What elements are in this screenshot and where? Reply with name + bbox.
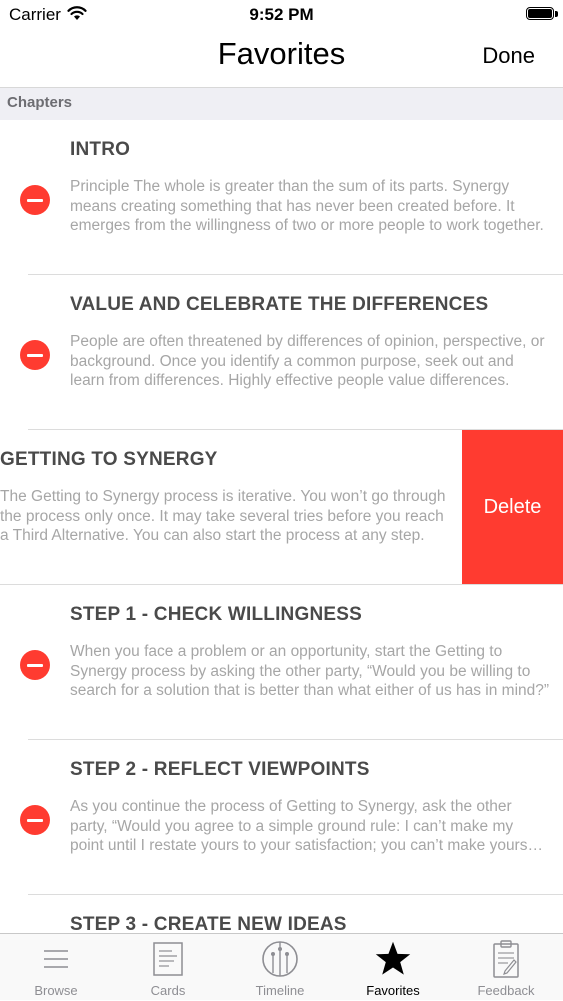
list-icon bbox=[44, 950, 68, 968]
row-content[interactable]: GETTING TO SYNERGY The Getting to Synerg… bbox=[0, 430, 493, 585]
row-title: STEP 3 - CREATE NEW IDEAS bbox=[70, 914, 347, 933]
row-content[interactable]: VALUE AND CELEBRATE THE DIFFERENCES Peop… bbox=[0, 275, 563, 430]
row-description: As you continue the process of Getting t… bbox=[70, 798, 528, 854]
card-icon bbox=[153, 942, 183, 976]
list-item[interactable]: VALUE AND CELEBRATE THE DIFFERENCES Peop… bbox=[0, 275, 563, 430]
row-title: STEP 1 - CHECK WILLINGNESS bbox=[70, 604, 362, 625]
section-header-label: Chapters bbox=[7, 94, 73, 111]
tab-timeline[interactable]: Timeline bbox=[224, 934, 336, 1001]
tab-feedback[interactable]: Feedback bbox=[450, 934, 562, 1001]
tab-label: Timeline bbox=[255, 983, 305, 998]
tab-label: Feedback bbox=[477, 983, 535, 998]
row-title: VALUE AND CELEBRATE THE DIFFERENCES bbox=[70, 294, 489, 315]
remove-minus-icon[interactable] bbox=[20, 650, 50, 680]
tab-label: Browse bbox=[34, 983, 78, 998]
row-description: Principle The whole is greater than the … bbox=[70, 178, 544, 234]
row-content[interactable]: STEP 2 - REFLECT VIEWPOINTS As you conti… bbox=[0, 740, 563, 895]
list-item[interactable]: INTRO Principle The whole is greater tha… bbox=[0, 120, 563, 275]
tab-label: Favorites bbox=[366, 983, 420, 998]
remove-minus-icon[interactable] bbox=[20, 340, 50, 370]
status-time: 9:52 PM bbox=[249, 5, 314, 24]
row-description: The Getting to Synergy process is iterat… bbox=[0, 488, 446, 544]
row-content[interactable]: STEP 3 - CREATE NEW IDEAS bbox=[0, 895, 563, 933]
clipboard-icon bbox=[493, 940, 519, 978]
favorites-list[interactable]: INTRO Principle The whole is greater tha… bbox=[0, 120, 563, 933]
tab-browse[interactable]: Browse bbox=[0, 934, 112, 1001]
list-item[interactable]: STEP 2 - REFLECT VIEWPOINTS As you conti… bbox=[0, 740, 563, 895]
done-button[interactable]: Done bbox=[482, 43, 535, 69]
list-item-swiped[interactable]: GETTING TO SYNERGY The Getting to Synerg… bbox=[0, 430, 563, 585]
row-title: INTRO bbox=[70, 139, 131, 160]
list-item[interactable]: STEP 3 - CREATE NEW IDEAS bbox=[0, 895, 563, 933]
row-content[interactable]: INTRO Principle The whole is greater tha… bbox=[0, 120, 563, 275]
tab-label: Cards bbox=[150, 983, 186, 998]
tab-cards[interactable]: Cards bbox=[112, 934, 224, 1001]
row-description: When you face a problem or an opportunit… bbox=[70, 643, 550, 699]
row-content[interactable]: STEP 1 - CHECK WILLINGNESS When you face… bbox=[0, 585, 563, 740]
battery-tip bbox=[555, 11, 558, 17]
delete-button[interactable]: Delete bbox=[462, 430, 563, 585]
tab-bar: Browse Cards Timeline Favorites Feedback bbox=[0, 933, 563, 1000]
page-title: Favorites bbox=[217, 36, 346, 71]
row-title: GETTING TO SYNERGY bbox=[0, 449, 218, 470]
star-icon bbox=[375, 941, 411, 975]
row-description: People are often threatened by differenc… bbox=[70, 333, 545, 389]
remove-minus-icon[interactable] bbox=[20, 805, 50, 835]
timeline-icon bbox=[262, 941, 298, 977]
navigation-bar: Favorites Done bbox=[0, 30, 563, 88]
status-bar: Carrier 9:52 PM bbox=[0, 0, 563, 30]
remove-minus-icon[interactable] bbox=[20, 185, 50, 215]
row-title: STEP 2 - REFLECT VIEWPOINTS bbox=[70, 759, 370, 780]
section-header: Chapters bbox=[0, 88, 563, 120]
tab-favorites[interactable]: Favorites bbox=[337, 934, 449, 1001]
list-item[interactable]: STEP 1 - CHECK WILLINGNESS When you face… bbox=[0, 585, 563, 740]
battery-icon bbox=[526, 7, 554, 20]
